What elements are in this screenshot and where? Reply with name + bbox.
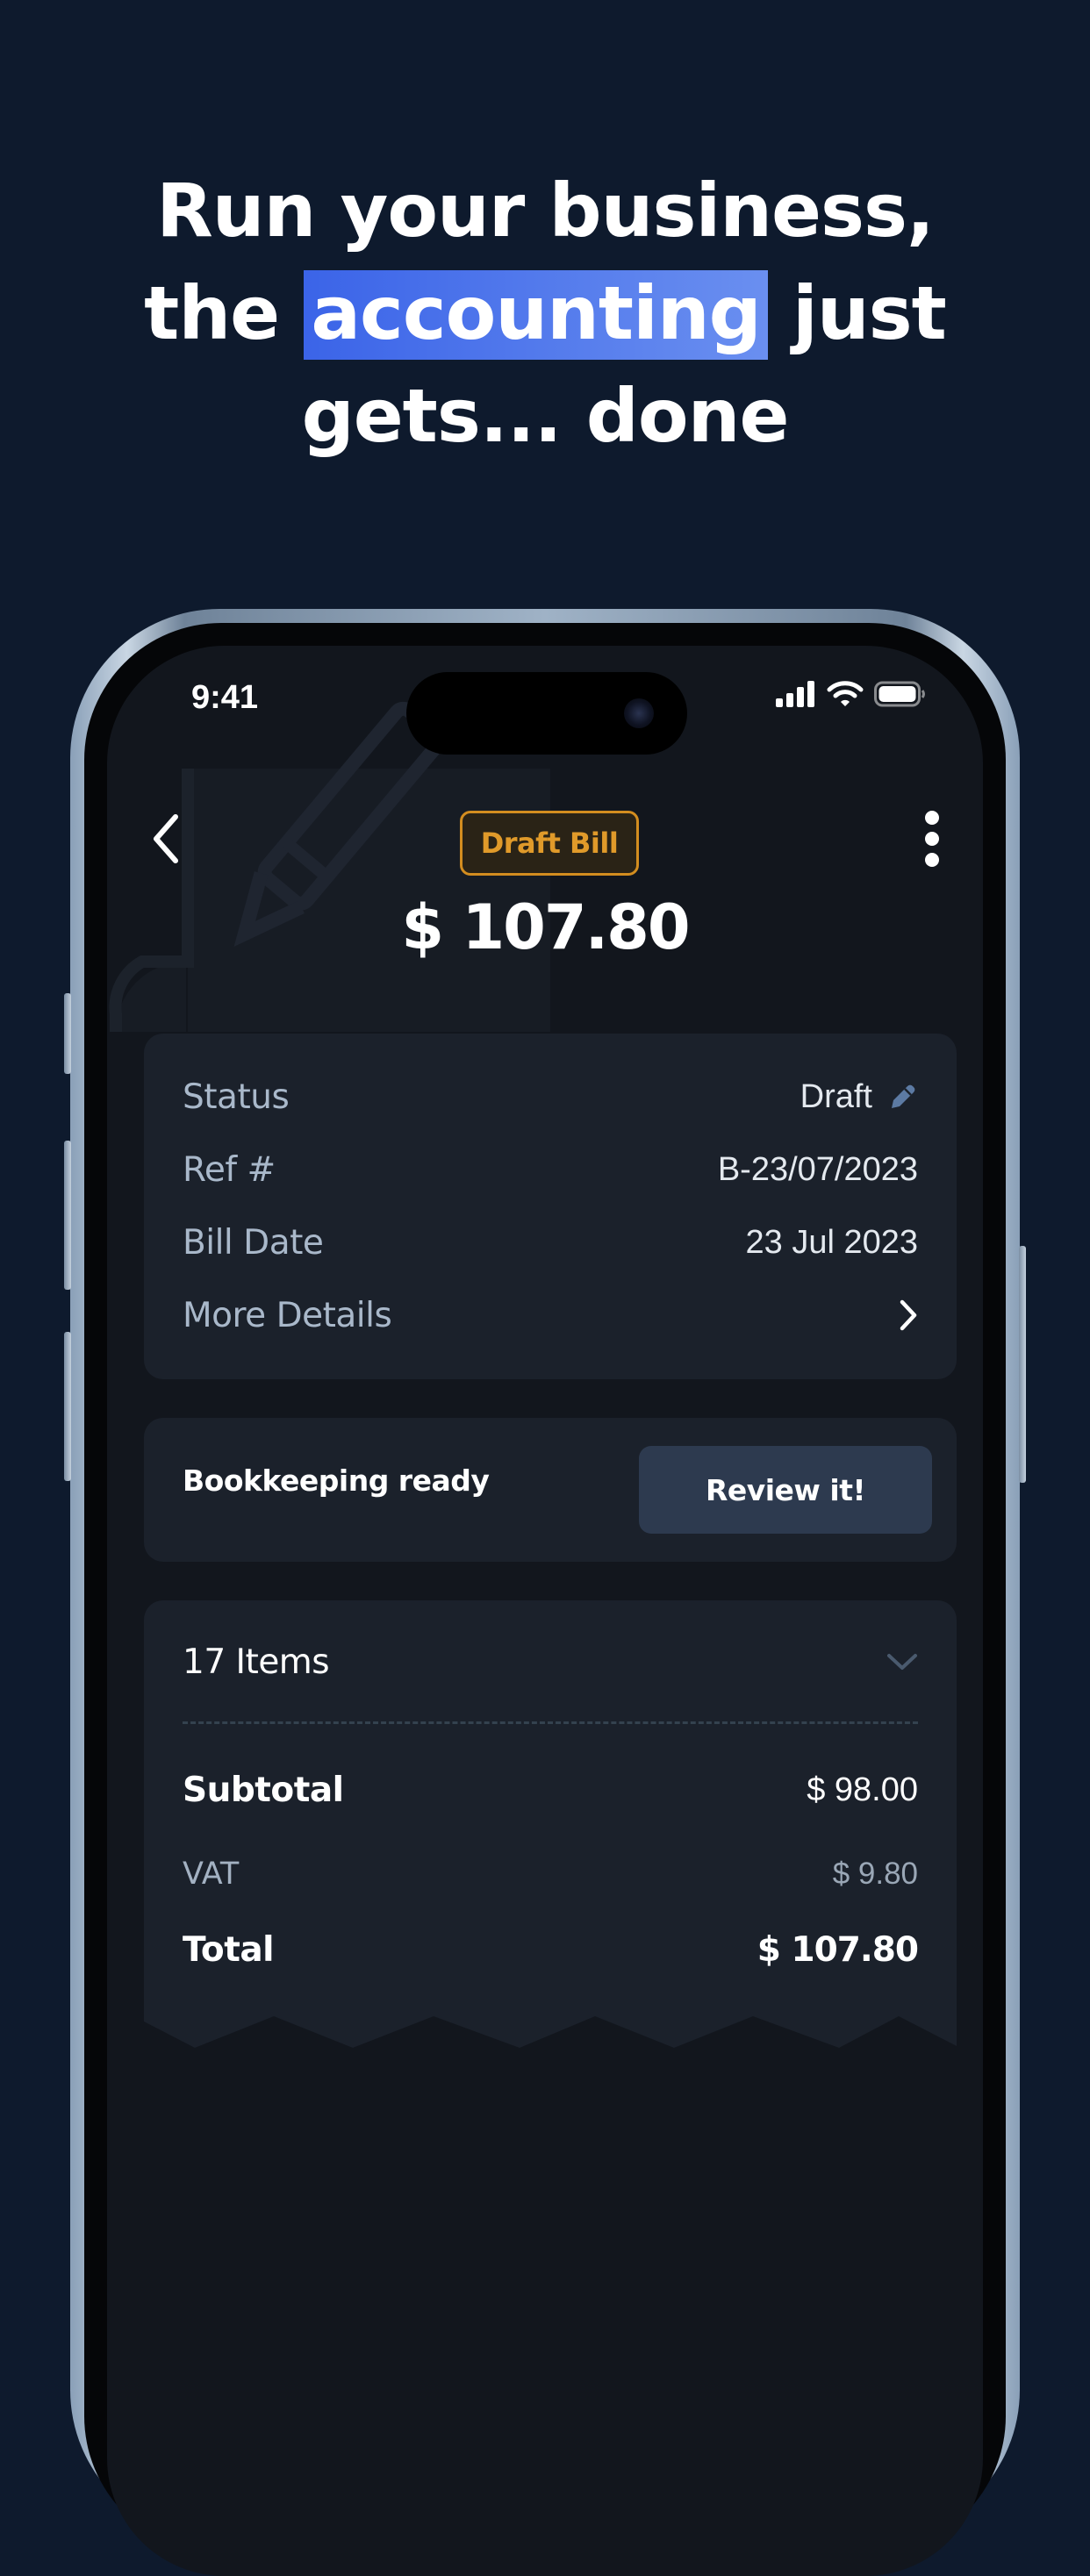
action-button [64, 993, 71, 1074]
status-icons [776, 681, 927, 707]
bill-amount: $ 107.80 [401, 891, 690, 963]
ref-row: Ref # B-23/07/2023 [183, 1143, 918, 1196]
subtotal-label: Subtotal [183, 1770, 344, 1810]
more-details-label: More Details [183, 1295, 392, 1335]
more-vertical-icon [925, 811, 939, 867]
more-details-row[interactable]: More Details [183, 1289, 918, 1342]
ref-label: Ref # [183, 1149, 276, 1190]
bill-date-row: Bill Date 23 Jul 2023 [183, 1216, 918, 1269]
headline-line-2-after: just [767, 270, 947, 356]
headline-highlight: accounting [304, 270, 768, 360]
chevron-down-icon [887, 1654, 917, 1670]
status-label: Status [183, 1077, 290, 1117]
pencil-icon[interactable] [888, 1082, 918, 1112]
chevron-left-icon [154, 814, 178, 863]
status-value: Draft [800, 1078, 918, 1116]
headline-line-1: Run your business, [156, 168, 935, 254]
bookkeeping-status-label: Bookkeeping ready [183, 1463, 490, 1498]
phone-screen: 9:41 Draft Bill $ 107.80 Status Draft Re… [107, 646, 983, 2576]
back-button[interactable] [140, 805, 193, 872]
subtotal-row: Subtotal $ 98.00 [183, 1764, 918, 1816]
bill-details-card: Status Draft Ref # B-23/07/2023 Bill Dat… [144, 1034, 957, 1379]
headline: Run your business, the accounting just g… [0, 160, 1090, 468]
ref-value: B-23/07/2023 [717, 1150, 918, 1188]
vat-value: $ 9.80 [832, 1857, 918, 1891]
battery-icon [874, 681, 925, 707]
more-options-button[interactable] [906, 805, 958, 872]
draft-bill-badge: Draft Bill [460, 811, 639, 876]
headline-line-2-before: the [144, 270, 305, 356]
wifi-icon [827, 681, 864, 706]
headline-line-3: gets... done [301, 373, 790, 459]
power-button [1019, 1246, 1026, 1483]
front-camera [624, 698, 654, 728]
chevron-right-icon [900, 1299, 917, 1331]
items-count: 17 Items [183, 1642, 330, 1682]
items-summary-card: 17 Items Subtotal $ 98.00 VAT $ 9.80 Tot… [144, 1600, 957, 2057]
total-value: $ 107.80 [757, 1929, 919, 1970]
total-row: Total $ 107.80 [183, 1923, 919, 1976]
subtotal-value: $ 98.00 [807, 1771, 918, 1808]
dynamic-island [406, 672, 687, 755]
vat-row: VAT $ 9.80 [183, 1848, 918, 1900]
signal-icon [776, 681, 814, 707]
volume-up-button [64, 1141, 71, 1290]
volume-down-button [64, 1332, 71, 1481]
bill-date-value: 23 Jul 2023 [745, 1223, 919, 1261]
bill-date-label: Bill Date [183, 1222, 324, 1263]
review-button[interactable]: Review it! [639, 1446, 932, 1534]
dashed-divider [183, 1721, 918, 1724]
bookkeeping-card: Bookkeeping ready Review it! [144, 1418, 957, 1562]
status-time: 9:41 [191, 679, 259, 716]
status-value-text: Draft [800, 1077, 872, 1115]
items-toggle[interactable]: 17 Items [183, 1635, 918, 1688]
total-label: Total [183, 1929, 275, 1970]
headline-line-2: the accounting just [0, 262, 1090, 365]
vat-label: VAT [183, 1857, 240, 1892]
status-row[interactable]: Status Draft [183, 1070, 918, 1123]
